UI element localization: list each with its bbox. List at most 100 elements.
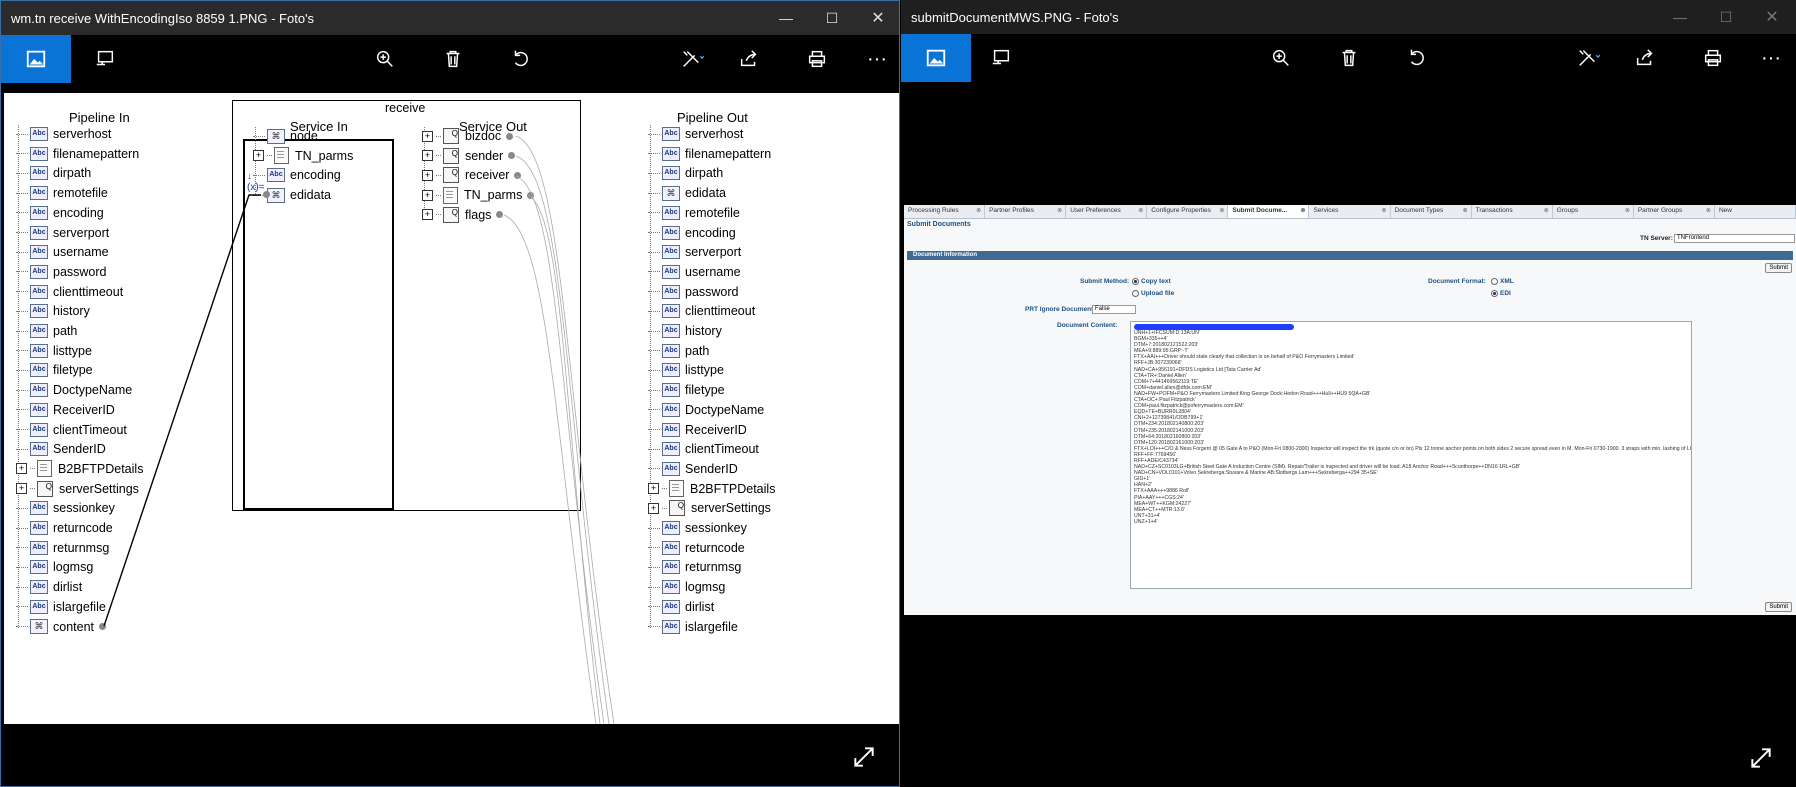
edit-icon[interactable] <box>661 35 721 83</box>
tab-close-icon[interactable]: ⊗ <box>1138 207 1143 214</box>
tab-close-icon[interactable]: ⊗ <box>1057 207 1062 214</box>
tab-close-icon[interactable]: ⊗ <box>1544 207 1549 214</box>
image-icon[interactable] <box>1 35 71 83</box>
zoom-icon[interactable] <box>361 35 409 83</box>
pipeline-row[interactable]: Abc encoding <box>253 164 341 186</box>
tn-server-select[interactable]: TNFrontend <box>1674 234 1795 243</box>
close-icon[interactable]: ✕ <box>1749 0 1795 34</box>
share-icon[interactable] <box>725 35 773 83</box>
expand-icon[interactable]: + <box>16 483 27 495</box>
pipeline-row[interactable]: Abc filetype <box>16 359 93 381</box>
xml-radio[interactable]: XML <box>1491 278 1514 285</box>
pipeline-row[interactable]: + Qsender <box>422 145 516 167</box>
connector-dot[interactable] <box>508 152 516 160</box>
pipeline-row[interactable]: Abc clientTimeout <box>16 419 127 441</box>
pipeline-row[interactable]: Abc dirlist <box>16 576 82 598</box>
expand-icon[interactable]: + <box>648 502 659 514</box>
tab-close-icon[interactable]: ⊗ <box>1463 207 1468 214</box>
document-content-textarea[interactable]: UNH+1+IFCSUM:D:13A:UN' BGM+335++4' DTM+7:2… <box>1130 321 1692 589</box>
pipeline-row[interactable]: Abc encoding <box>16 202 104 224</box>
pipeline-row[interactable]: Abc history <box>648 320 722 342</box>
expand-icon[interactable]: + <box>16 463 27 475</box>
pipeline-row[interactable]: Abc sessionkey <box>648 517 747 539</box>
close-icon[interactable]: ✕ <box>855 1 899 35</box>
minimize-icon[interactable]: — <box>1657 0 1703 34</box>
pipeline-row[interactable]: Abc serverhost <box>648 123 743 145</box>
edit-icon[interactable] <box>1557 34 1617 82</box>
pipeline-row[interactable]: Abc clienttimeout <box>648 300 755 322</box>
pipeline-row[interactable]: Abc DoctypeName <box>648 399 764 421</box>
tab-close-icon[interactable]: ⊗ <box>1300 207 1305 214</box>
pipeline-row[interactable]: Abc history <box>16 300 90 322</box>
copy-text-radio[interactable]: Copy text <box>1132 278 1171 285</box>
expand-icon[interactable]: + <box>422 150 433 162</box>
left-titlebar[interactable]: wm.tn receive WithEncodingIso 8859 1.PNG… <box>1 1 899 35</box>
maximize-icon[interactable]: ☐ <box>809 1 855 35</box>
pipeline-row[interactable]: Abc username <box>648 261 741 283</box>
delete-icon[interactable] <box>1325 34 1373 82</box>
submit-button-top[interactable]: Submit <box>1765 263 1792 273</box>
pipeline-row[interactable]: Abc path <box>16 320 77 342</box>
expand-icon[interactable]: + <box>422 189 433 201</box>
connector-dot[interactable] <box>99 623 107 630</box>
zoom-icon[interactable] <box>1257 34 1305 82</box>
pipeline-row[interactable]: + Qbizdoc <box>422 125 514 147</box>
pipeline-row[interactable]: + B2BFTPDetails <box>648 478 775 500</box>
app-tab[interactable]: New <box>1715 205 1796 218</box>
prt-ignore-select[interactable]: False <box>1092 305 1136 314</box>
pipeline-row[interactable]: Abc clientTimeout <box>648 438 759 460</box>
pipeline-row[interactable]: Abc logmsg <box>648 576 725 598</box>
pipeline-row[interactable]: + QserverSettings <box>648 497 771 519</box>
fullscreen-icon[interactable] <box>1748 745 1774 771</box>
tab-close-icon[interactable]: ⊗ <box>1706 207 1711 214</box>
pipeline-row[interactable]: Abc encoding <box>648 222 736 244</box>
rotate-icon[interactable] <box>497 35 545 83</box>
minimize-icon[interactable]: — <box>763 1 809 35</box>
connector-dot[interactable] <box>514 171 522 179</box>
pipeline-row[interactable]: Abc islargefile <box>16 596 106 618</box>
pipeline-row[interactable]: Abc logmsg <box>16 556 93 578</box>
pipeline-row[interactable]: Abc SenderID <box>16 438 106 460</box>
pipeline-row[interactable]: + Qreceiver <box>422 164 522 186</box>
app-tab[interactable]: Services ⊗ <box>1309 205 1391 218</box>
expand-icon[interactable]: + <box>648 483 659 495</box>
app-tab[interactable]: Processing Rules ⊗ <box>904 205 986 218</box>
maximize-icon[interactable]: ☐ <box>1703 0 1749 34</box>
tab-close-icon[interactable]: ⊗ <box>1382 207 1387 214</box>
pipeline-row[interactable]: Abc SenderID <box>648 458 738 480</box>
slideshow-icon[interactable] <box>81 35 129 83</box>
pipeline-row[interactable]: Abc password <box>16 261 107 283</box>
pipeline-row[interactable]: Abc path <box>648 340 709 362</box>
pipeline-row[interactable]: Abc listtype <box>16 340 92 362</box>
delete-icon[interactable] <box>429 35 477 83</box>
pipeline-row[interactable]: ⌘ edidata <box>648 182 726 204</box>
pipeline-row[interactable]: Abc clienttimeout <box>16 281 123 303</box>
share-icon[interactable] <box>1621 34 1669 82</box>
app-tab[interactable]: Groups ⊗ <box>1553 205 1634 218</box>
pipeline-row[interactable]: Abc returnmsg <box>648 556 741 578</box>
pipeline-row[interactable]: + Qflags <box>422 204 504 226</box>
more-icon[interactable]: ··· <box>1747 34 1795 82</box>
pipeline-row[interactable]: + B2BFTPDetails <box>16 458 143 480</box>
slideshow-icon[interactable] <box>977 34 1025 82</box>
connector-dot[interactable] <box>496 211 504 219</box>
pipeline-row[interactable]: Abc islargefile <box>648 616 738 638</box>
app-tab[interactable]: Partner Profiles ⊗ <box>985 205 1067 218</box>
pipeline-row[interactable]: ⌘ content <box>16 616 107 638</box>
pipeline-row[interactable]: Abc dirlist <box>648 596 714 618</box>
pipeline-row[interactable]: Abc username <box>16 241 109 263</box>
pipeline-row[interactable]: Abc dirpath <box>648 162 723 184</box>
pipeline-row[interactable]: Abc serverhost <box>16 123 111 145</box>
pipeline-row[interactable]: Abc remotefile <box>16 182 108 204</box>
upload-file-radio[interactable]: Upload file <box>1132 290 1174 297</box>
pipeline-row[interactable]: Abc filenamepattern <box>16 143 139 165</box>
app-tab[interactable]: Submit Docume... ⊗ <box>1228 205 1310 218</box>
more-icon[interactable]: ··· <box>853 35 899 83</box>
fullscreen-icon[interactable] <box>851 744 877 770</box>
pipeline-row[interactable]: Abc serverport <box>16 222 109 244</box>
pipeline-row[interactable]: + TN_parms <box>422 184 535 206</box>
submit-button-bottom[interactable]: Submit <box>1765 602 1792 612</box>
pipeline-row[interactable]: Abc listtype <box>648 359 724 381</box>
print-icon[interactable] <box>793 35 841 83</box>
pipeline-row[interactable]: + TN_parms <box>253 145 353 167</box>
